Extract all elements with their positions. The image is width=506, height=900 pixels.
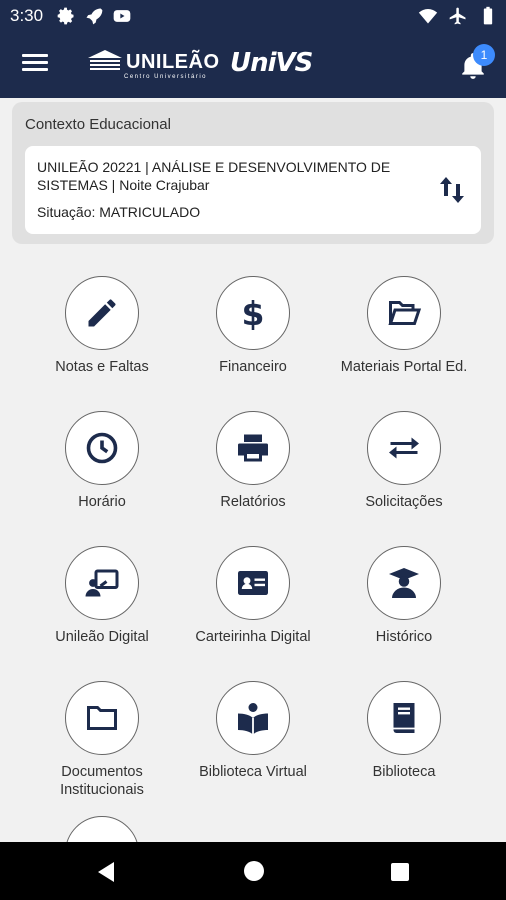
system-navigation-bar <box>0 842 506 900</box>
menu-item-label: Unileão Digital <box>55 629 149 645</box>
folder-open-icon <box>388 301 422 325</box>
univs-logo: UniVS <box>230 48 313 78</box>
menu-item-horario[interactable]: Horário <box>18 411 186 511</box>
horario-circle <box>65 411 139 485</box>
hamburger-menu-icon[interactable] <box>22 54 48 76</box>
menu-item-label: Horário <box>78 494 126 510</box>
context-title: Contexto Educacional <box>25 116 171 133</box>
menu-item-materiais-portal[interactable]: Materiais Portal Ed. <box>320 276 488 376</box>
status-time: 3:30 <box>10 6 44 25</box>
menu-item-documentos[interactable]: Documentos Institucionais <box>18 681 186 799</box>
biblioteca-virtual-circle <box>216 681 290 755</box>
clock-icon <box>86 432 118 464</box>
presentation-icon <box>85 569 119 597</box>
printer-icon <box>238 434 268 462</box>
dollar-icon: $ <box>242 295 265 331</box>
carteirinha-circle <box>216 546 290 620</box>
unileao-logo: UNILEÃO Centro Universitário <box>88 50 220 80</box>
recent-apps-square-icon[interactable] <box>391 863 409 881</box>
swap-vertical-icon[interactable] <box>437 174 467 206</box>
pencil-icon <box>88 299 116 327</box>
menu-item-biblioteca[interactable]: Biblioteca <box>320 681 488 781</box>
exchange-icon <box>389 437 419 459</box>
app-bar: UNILEÃO Centro Universitário UniVS 1 <box>0 32 506 98</box>
rocket-icon <box>86 8 103 25</box>
settings-gear-icon <box>57 7 74 25</box>
graduate-icon <box>389 568 419 598</box>
back-triangle-icon[interactable] <box>96 861 116 883</box>
youtube-icon <box>113 10 131 22</box>
menu-item-label: Solicitações <box>365 494 443 510</box>
menu-item-solicitacoes[interactable]: Solicitações <box>320 411 488 511</box>
menu-item-historico[interactable]: Histórico <box>320 546 488 646</box>
relatorios-circle <box>216 411 290 485</box>
menu-item-label: Carteirinha Digital <box>195 629 311 645</box>
menu-item-notas-faltas[interactable]: Notas e Faltas <box>18 276 186 376</box>
book-icon <box>393 703 415 733</box>
documentos-circle <box>65 681 139 755</box>
wifi-icon <box>418 9 438 24</box>
menu-item-label: Relatórios <box>220 494 286 510</box>
menu-item-label: Materiais Portal Ed. <box>340 359 468 375</box>
unileao-logo-text: UNILEÃO <box>126 51 220 73</box>
menu-item-relatorios[interactable]: Relatórios <box>169 411 337 511</box>
id-card-icon <box>238 571 268 595</box>
materiais-circle <box>367 276 441 350</box>
enrollment-status: Situação: MATRICULADO <box>37 204 201 220</box>
notas-faltas-circle <box>65 276 139 350</box>
menu-item-label: Biblioteca Virtual <box>199 764 307 780</box>
status-bar: 3:30 <box>0 0 506 32</box>
educational-context-card: Contexto Educacional UNILEÃO 20221 | ANÁ… <box>12 102 494 244</box>
menu-item-label: Financeiro <box>219 359 287 375</box>
context-selector[interactable]: UNILEÃO 20221 | ANÁLISE E DESENVOLVIMENT… <box>25 146 481 234</box>
financeiro-circle: $ <box>216 276 290 350</box>
menu-item-carteirinha[interactable]: Carteirinha Digital <box>169 546 337 646</box>
menu-item-label: Notas e Faltas <box>55 359 149 375</box>
menu-item-label: Biblioteca <box>372 764 436 780</box>
folder-icon <box>87 706 117 730</box>
svg-text:$: $ <box>242 295 265 331</box>
battery-icon <box>483 6 493 25</box>
menu-item-financeiro[interactable]: $ Financeiro <box>169 276 337 376</box>
course-name: UNILEÃO 20221 | ANÁLISE E DESENVOLVIMENT… <box>37 159 391 193</box>
menu-item-label: Documentos Institucionais <box>60 764 144 798</box>
historico-circle <box>367 546 441 620</box>
home-circle-icon[interactable] <box>244 861 264 881</box>
airplane-icon <box>449 7 466 25</box>
menu-item-biblioteca-virtual[interactable]: Biblioteca Virtual <box>169 681 337 781</box>
unileao-digital-circle <box>65 546 139 620</box>
unileao-logo-subtitle: Centro Universitário <box>124 74 208 80</box>
biblioteca-circle <box>367 681 441 755</box>
menu-item-unileao-digital[interactable]: Unileão Digital <box>18 546 186 646</box>
menu-item-label: Histórico <box>375 629 433 645</box>
unileao-building-icon <box>88 50 122 70</box>
reading-icon <box>238 703 268 735</box>
notification-badge: 1 <box>473 44 495 66</box>
solicitacoes-circle <box>367 411 441 485</box>
